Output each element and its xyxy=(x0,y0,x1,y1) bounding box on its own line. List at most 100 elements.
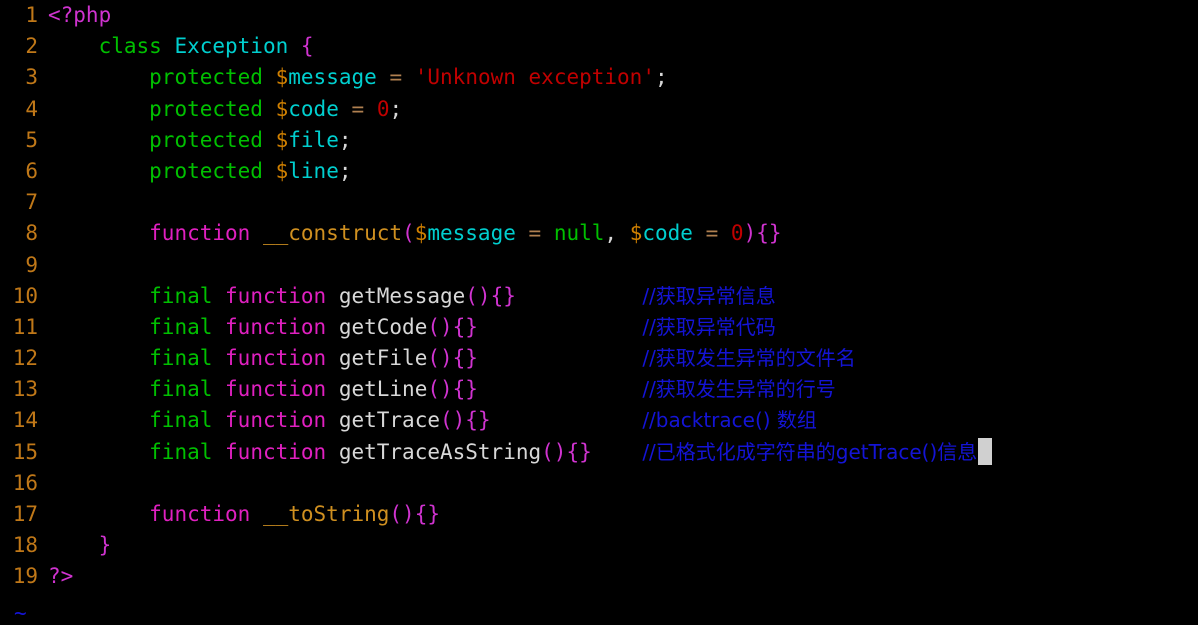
code-token: {} xyxy=(756,221,782,246)
code-line[interactable]: 5 protected $file; xyxy=(0,125,1198,156)
code-token: () xyxy=(427,377,453,402)
code-line[interactable]: 11 final function getCode(){} //获取异常代码 xyxy=(0,312,1198,343)
code-token: {} xyxy=(490,283,516,308)
code-line[interactable]: 14 final function getTrace(){} //backtra… xyxy=(0,405,1198,436)
code-line[interactable]: 19 ?> xyxy=(0,561,1198,592)
code-token: getTrace xyxy=(338,408,440,433)
code-line-text[interactable]: } xyxy=(48,530,1198,561)
code-token: getTraceAsString xyxy=(338,439,542,464)
code-line-text[interactable]: class Exception { xyxy=(48,31,1198,62)
code-token: Exception xyxy=(174,34,289,59)
code-token: = xyxy=(351,96,365,121)
code-editor-window[interactable]: 1 <?php 2 class Exception {3 protected $me… xyxy=(0,0,1198,624)
code-token: //获取异常信息 xyxy=(642,283,776,308)
code-line[interactable]: 7 xyxy=(0,187,1198,218)
code-token: () xyxy=(465,283,491,308)
code-line[interactable]: 4 protected $code = 0; xyxy=(0,94,1198,125)
code-line[interactable]: 9 xyxy=(0,250,1198,281)
code-token: $ xyxy=(629,221,643,246)
code-token: function xyxy=(225,314,327,339)
code-token: ?> xyxy=(48,564,74,589)
code-token: <?php xyxy=(48,3,112,27)
line-number: 6 xyxy=(25,158,38,183)
code-token: () xyxy=(389,502,415,526)
line-number: 9 xyxy=(25,252,38,277)
code-token: {} xyxy=(452,346,478,371)
code-line-text[interactable]: protected $line; xyxy=(48,156,1198,187)
code-token: $ xyxy=(275,96,289,121)
code-token: () xyxy=(427,314,453,339)
code-line[interactable]: 6 protected $line; xyxy=(0,156,1198,187)
code-line[interactable]: 18 } xyxy=(0,530,1198,561)
code-line[interactable]: 1 <?php xyxy=(0,0,1198,31)
code-token: protected xyxy=(149,127,263,152)
code-line[interactable]: 16 xyxy=(0,468,1198,499)
code-line-text[interactable]: final function getTraceAsString(){} //已格… xyxy=(48,437,1198,468)
code-line-text[interactable]: final function getFile(){} //获取发生异常的文件名 xyxy=(48,343,1198,374)
line-number: 19 xyxy=(12,564,38,589)
code-line[interactable]: 8 function __construct($message = null, … xyxy=(0,218,1198,249)
code-token: null xyxy=(553,221,605,246)
code-token: final xyxy=(149,283,213,308)
code-token: function xyxy=(225,408,327,433)
code-token: getCode xyxy=(338,314,428,339)
code-token: ; xyxy=(654,65,668,90)
code-line-text[interactable]: <?php xyxy=(48,0,1198,31)
code-line-text[interactable]: final function getTrace(){} //backtrace(… xyxy=(48,405,1198,436)
code-token: final xyxy=(149,408,213,433)
line-number: 13 xyxy=(12,377,38,402)
code-line-text[interactable]: final function getLine(){} //获取发生异常的行号 xyxy=(48,374,1198,405)
code-line-text[interactable]: function __toString(){} xyxy=(48,499,1198,530)
code-line-text[interactable]: protected $message = 'Unknown exception'… xyxy=(48,62,1198,93)
code-token: __toString xyxy=(262,502,390,526)
code-token: //获取发生异常的文件名 xyxy=(642,346,856,371)
code-line[interactable]: 3 protected $message = 'Unknown exceptio… xyxy=(0,62,1198,93)
code-token: message xyxy=(427,221,516,246)
source-code-area[interactable]: 1 <?php 2 class Exception {3 protected $me… xyxy=(0,0,1198,608)
code-token: () xyxy=(440,408,466,433)
code-token: protected xyxy=(149,158,263,183)
code-token: ; xyxy=(338,158,352,183)
code-token: final xyxy=(149,439,213,464)
code-token: function xyxy=(225,346,327,371)
code-line-text[interactable]: final function getMessage(){} //获取异常信息 xyxy=(48,281,1198,312)
code-token: function xyxy=(225,283,327,308)
code-token: final xyxy=(149,346,213,371)
code-token: protected xyxy=(149,65,263,90)
code-line[interactable]: 12 final function getFile(){} //获取发生异常的文… xyxy=(0,343,1198,374)
code-line[interactable]: 17 function __toString(){} xyxy=(0,499,1198,530)
line-number: 10 xyxy=(12,283,38,308)
code-line-text[interactable]: ?> xyxy=(48,561,1198,592)
code-line[interactable]: 2 class Exception { xyxy=(0,31,1198,62)
vim-empty-line-marker: ~ xyxy=(14,601,27,625)
code-token: { xyxy=(300,34,314,59)
code-line-text[interactable]: final function getCode(){} //获取异常代码 xyxy=(48,312,1198,343)
code-line[interactable]: 13 final function getLine(){} //获取发生异常的行… xyxy=(0,374,1198,405)
code-line-text[interactable]: protected $file; xyxy=(48,125,1198,156)
code-token: protected xyxy=(149,96,263,121)
code-line[interactable]: 15 final function getTraceAsString(){} /… xyxy=(0,437,1198,468)
code-line[interactable]: 10 final function getMessage(){} //获取异常信… xyxy=(0,281,1198,312)
code-token: getFile xyxy=(338,346,428,371)
code-line-text[interactable]: function __construct($message = null, $c… xyxy=(48,218,1198,249)
code-token: function xyxy=(225,377,327,402)
code-token: 'Unknown exception' xyxy=(414,65,655,90)
code-line-text[interactable]: protected $code = 0; xyxy=(48,94,1198,125)
code-token: final xyxy=(149,377,213,402)
